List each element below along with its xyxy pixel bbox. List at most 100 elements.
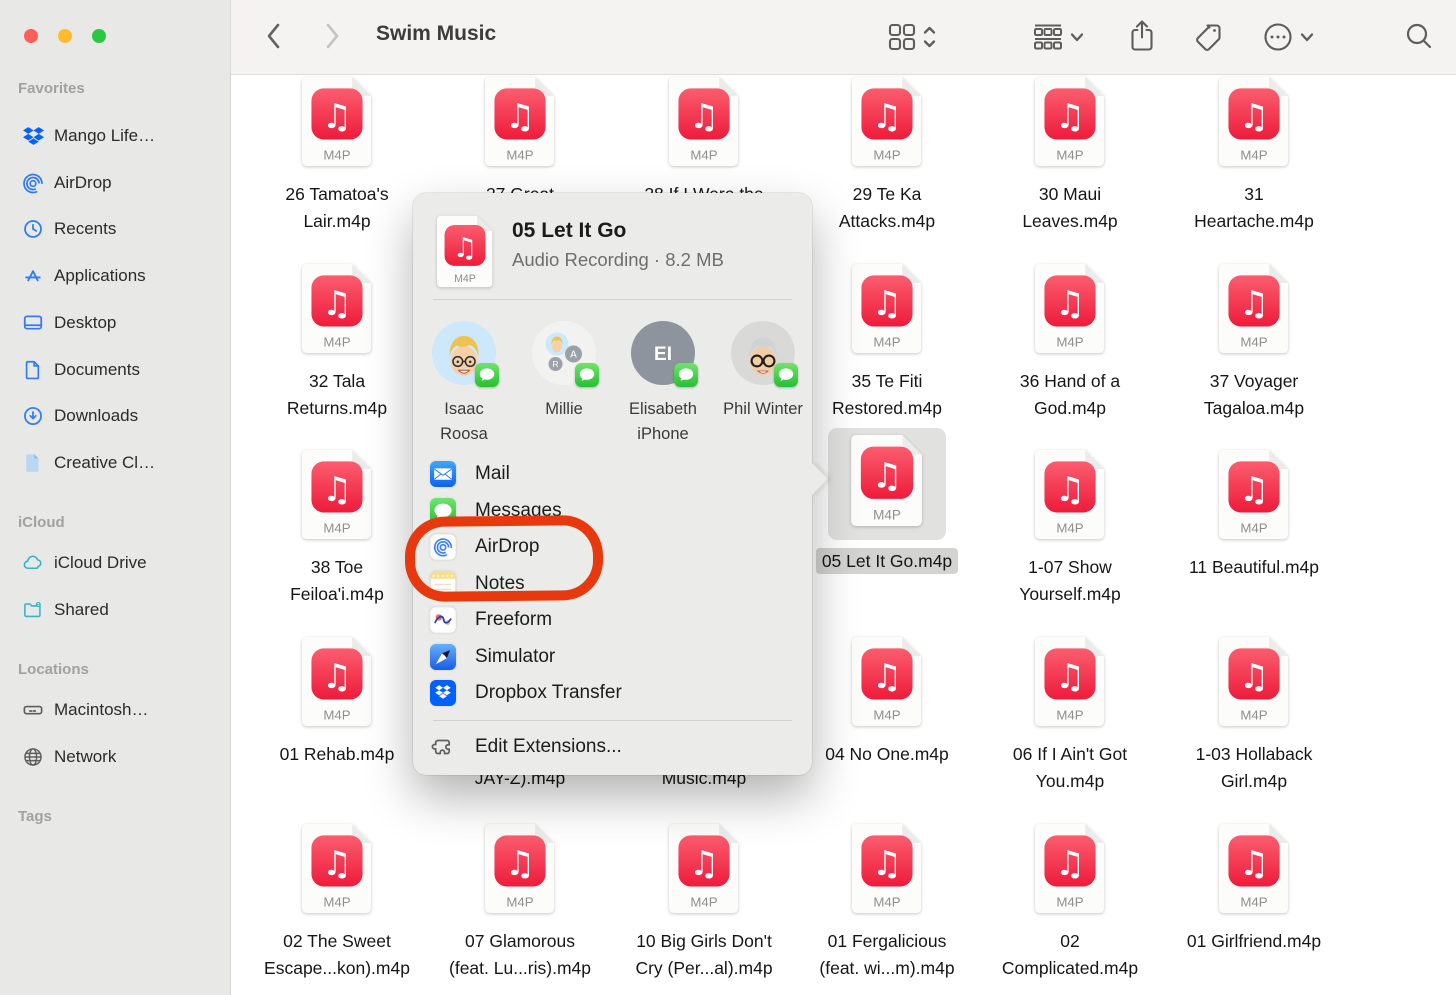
- file-name: Restored.m4p: [795, 395, 979, 422]
- sidebar-item-icloud-drive[interactable]: iCloud Drive: [12, 547, 218, 579]
- file-icon-m4p: ♫ M4P: [978, 449, 1162, 545]
- toolbar: Swim Music: [230, 0, 1456, 75]
- file-item[interactable]: ♫ M4P10 Big Girls Don'tCry (Per...al).m4…: [612, 823, 796, 982]
- share-contact-elisabeth-iphone[interactable]: EI ElisabethiPhone: [613, 321, 713, 447]
- share-option-mail[interactable]: Mail: [430, 456, 795, 493]
- file-item[interactable]: ♫ M4P06 If I Ain't GotYou.m4p: [978, 636, 1162, 795]
- file-icon-m4p: ♫ M4P: [978, 636, 1162, 732]
- back-button[interactable]: [266, 23, 280, 49]
- file-icon-m4p: ♫ M4P: [245, 76, 429, 172]
- search-button[interactable]: [1404, 21, 1434, 51]
- svg-text:♫: ♫: [1239, 284, 1270, 324]
- icloud-drive-icon: [22, 552, 44, 574]
- sidebar-item-desktop[interactable]: Desktop: [12, 307, 218, 339]
- share-option-dropbox-transfer[interactable]: Dropbox Transfer: [430, 675, 795, 712]
- divider: [433, 720, 792, 721]
- sidebar-item-downloads[interactable]: Downloads: [12, 400, 218, 432]
- messages-badge-icon: [774, 363, 798, 387]
- minimize-window-button[interactable]: [58, 29, 72, 43]
- share-contact-phil-winter[interactable]: Phil Winter: [713, 321, 813, 422]
- file-icon-m4p: ♫ M4P: [795, 76, 979, 172]
- edit-extensions-label: Edit Extensions...: [475, 736, 622, 758]
- file-item[interactable]: ♫ M4P36 Hand of aGod.m4p: [978, 263, 1162, 422]
- shared-folder-icon: [22, 599, 44, 621]
- sidebar-section-tags: Tags: [18, 808, 52, 825]
- file-item[interactable]: ♫ M4P28 If I Were the: [612, 76, 796, 208]
- more-actions-button[interactable]: [1262, 21, 1314, 53]
- contact-name: Phil Winter: [713, 397, 813, 422]
- sidebar-item-label: Creative Cl…: [54, 453, 155, 473]
- svg-text:♫: ♫: [1239, 657, 1270, 697]
- svg-text:♫: ♫: [1239, 844, 1270, 884]
- edit-extensions-button[interactable]: Edit Extensions...: [430, 729, 795, 765]
- sidebar-item-macintosh[interactable]: Macintosh…: [12, 694, 218, 726]
- extensions-icon: [430, 734, 456, 760]
- sidebar-item-label: Network: [54, 747, 116, 767]
- messages-badge-icon: [674, 363, 698, 387]
- file-name: Leaves.m4p: [978, 208, 1162, 235]
- svg-text:M4P: M4P: [323, 147, 350, 162]
- sidebar: Favorites Mango Life… AirDrop Recents Ap…: [0, 0, 231, 995]
- file-item[interactable]: ♫ M4P38 ToeFeiloa'i.m4p: [245, 449, 429, 608]
- file-item[interactable]: ♫ M4P30 MauiLeaves.m4p: [978, 76, 1162, 235]
- close-window-button[interactable]: [24, 29, 38, 43]
- sidebar-item-creative-cl[interactable]: Creative Cl…: [12, 447, 218, 479]
- avatar: AR: [532, 321, 596, 385]
- file-item[interactable]: ♫ M4P04 No One.m4p: [795, 636, 979, 768]
- file-icon-m4p: ♫ M4P: [1162, 76, 1346, 172]
- downloads-icon: [22, 405, 44, 427]
- share-contact-millie[interactable]: AR Millie: [514, 321, 614, 422]
- tags-button[interactable]: [1193, 20, 1227, 54]
- file-icon-m4p: ♫ M4P: [978, 823, 1162, 919]
- file-item[interactable]: ♫ M4P37 VoyagerTagaloa.m4p: [1162, 263, 1346, 422]
- sidebar-item-airdrop[interactable]: AirDrop: [12, 167, 218, 199]
- svg-text:♫: ♫: [1055, 470, 1086, 510]
- svg-text:M4P: M4P: [1240, 894, 1267, 909]
- file-item[interactable]: ♫ M4P02Complicated.m4p: [978, 823, 1162, 982]
- sidebar-item-network[interactable]: Network: [12, 741, 218, 773]
- file-item[interactable]: ♫ M4P02 The SweetEscape...kon).m4p: [245, 823, 429, 982]
- svg-text:M4P: M4P: [323, 894, 350, 909]
- file-item[interactable]: ♫ M4P27 Great: [428, 76, 612, 208]
- file-item[interactable]: ♫ M4P26 Tamatoa'sLair.m4p: [245, 76, 429, 235]
- svg-text:♫: ♫: [322, 844, 353, 884]
- share-contact-isaac-roosa[interactable]: IsaacRoosa: [414, 321, 514, 447]
- file-item[interactable]: ♫ M4P31Heartache.m4p: [1162, 76, 1346, 235]
- file-item[interactable]: ♫ M4P07 Glamorous(feat. Lu...ris).m4p: [428, 823, 612, 982]
- sidebar-item-shared[interactable]: Shared: [12, 594, 218, 626]
- mail-app-icon: [430, 461, 456, 487]
- file-icon-m4p: ♫ M4P: [612, 76, 796, 172]
- file-name: Returns.m4p: [245, 395, 429, 422]
- svg-text:M4P: M4P: [1240, 707, 1267, 722]
- svg-text:M4P: M4P: [873, 334, 900, 349]
- sidebar-item-mango-life[interactable]: Mango Life…: [12, 120, 218, 152]
- file-item[interactable]: ♫ M4P35 Te FitiRestored.m4p: [795, 263, 979, 422]
- file-icon-m4p: ♫ M4P: [1162, 449, 1346, 545]
- file-item[interactable]: ♫ M4P01 Girlfriend.m4p: [1162, 823, 1346, 955]
- forward-button[interactable]: [326, 23, 340, 49]
- file-item[interactable]: ♫ M4P 05 Let It Go.m4p: [795, 428, 979, 574]
- file-item[interactable]: ♫ M4P32 TalaReturns.m4p: [245, 263, 429, 422]
- sidebar-item-applications[interactable]: Applications: [12, 260, 218, 292]
- share-button[interactable]: [1128, 18, 1156, 54]
- chevron-left-icon: [266, 23, 280, 49]
- zoom-window-button[interactable]: [92, 29, 106, 43]
- file-item[interactable]: ♫ M4P01 Rehab.m4p: [245, 636, 429, 768]
- sidebar-item-recents[interactable]: Recents: [12, 213, 218, 245]
- file-item[interactable]: ♫ M4P01 Fergalicious(feat. wi...m).m4p: [795, 823, 979, 982]
- svg-text:♫: ♫: [872, 657, 903, 697]
- file-item[interactable]: ♫ M4P29 Te KaAttacks.m4p: [795, 76, 979, 235]
- view-as-icons-button[interactable]: [887, 22, 936, 52]
- svg-text:M4P: M4P: [690, 894, 717, 909]
- sidebar-section-locations: Locations: [18, 661, 89, 678]
- dropbox-app-icon: [430, 680, 456, 706]
- file-item[interactable]: ♫ M4P1-03 HollabackGirl.m4p: [1162, 636, 1346, 795]
- share-option-freeform[interactable]: Freeform: [430, 602, 795, 639]
- contact-name: iPhone: [613, 422, 713, 447]
- group-by-button[interactable]: [1032, 22, 1084, 52]
- svg-text:M4P: M4P: [873, 507, 901, 522]
- file-item[interactable]: ♫ M4P1-07 ShowYourself.m4p: [978, 449, 1162, 608]
- file-item[interactable]: ♫ M4P11 Beautiful.m4p: [1162, 449, 1346, 581]
- share-option-simulator[interactable]: Simulator: [430, 639, 795, 676]
- sidebar-item-documents[interactable]: Documents: [12, 354, 218, 386]
